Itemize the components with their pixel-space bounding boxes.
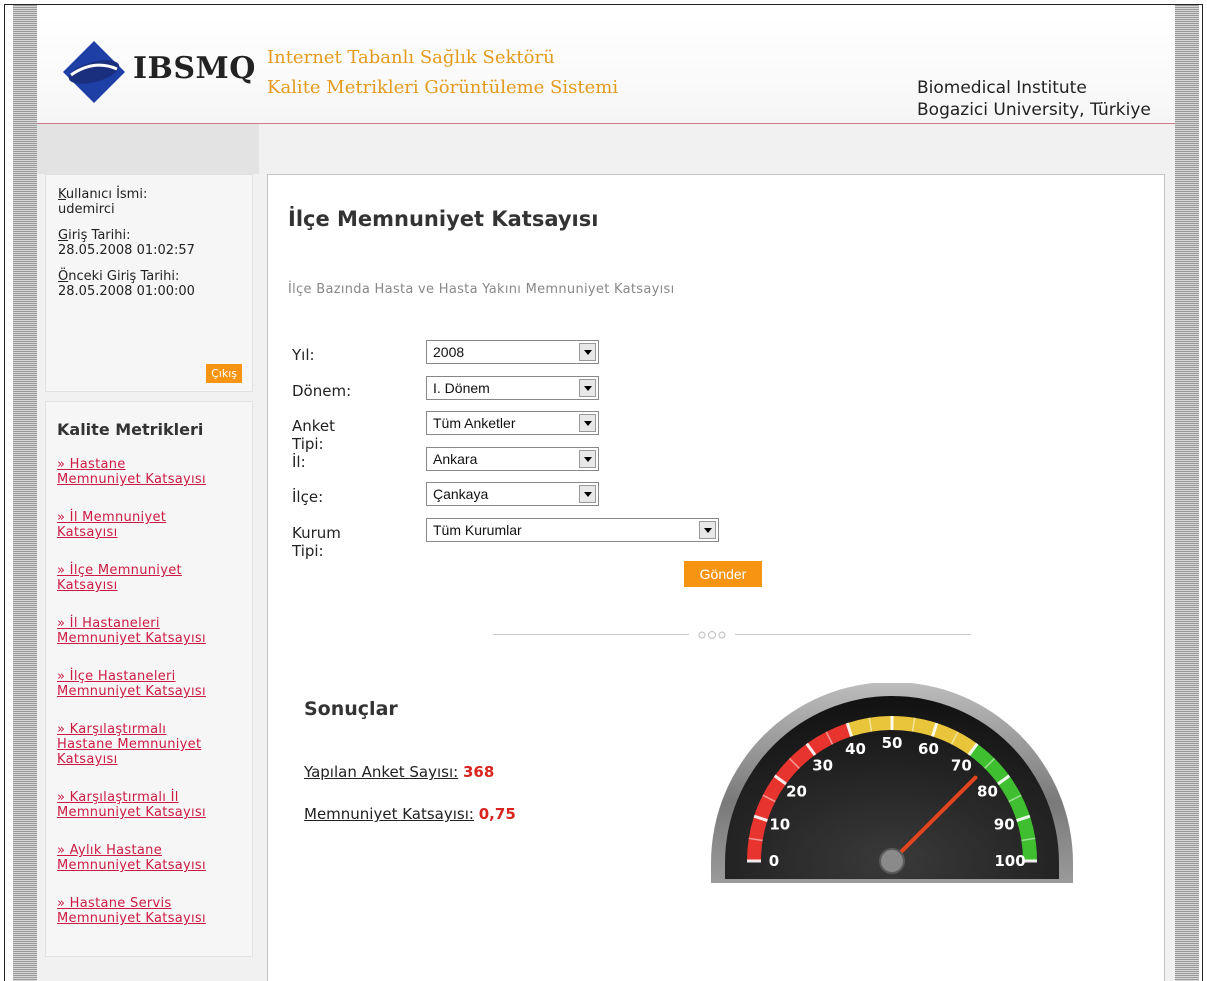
results-title: Sonuçlar — [304, 698, 398, 720]
chevron-down-icon[interactable] — [579, 449, 596, 468]
gauge-label-5: 50 — [882, 734, 903, 752]
menu-link-district-hospitals[interactable]: » İlçe Hastaneleri Memnuniyet Katsayısı — [57, 669, 242, 699]
user-info-box: Kullanıcı İsmi: udemirci Giriş Tarihi: 2… — [45, 174, 253, 392]
menu-link-compare-hospital[interactable]: » Karşılaştırmalı Hastane Memnuniyet Katsa… — [57, 722, 242, 767]
satisfaction-coef-value: 0,75 — [478, 805, 516, 823]
district-select[interactable]: Çankaya — [426, 482, 599, 506]
gauge-label-6: 60 — [918, 740, 939, 758]
chevron-down-icon[interactable] — [579, 414, 596, 432]
chevron-down-icon[interactable] — [579, 485, 596, 503]
site-title-line1: Internet Tabanlı Sağlık Sektörü — [267, 47, 555, 68]
site-title-line2: Kalite Metrikleri Görüntüleme Sistemi — [267, 77, 619, 98]
divider — [493, 629, 971, 641]
gauge-label-8: 80 — [977, 783, 998, 801]
satisfaction-coef-label: Memnuniyet Katsayısı: — [304, 805, 474, 823]
satisfaction-coef: Memnuniyet Katsayısı: 0,75 — [304, 805, 516, 823]
period-select[interactable]: I. Dönem — [426, 375, 599, 400]
gauge-label-1: 10 — [769, 816, 790, 834]
institute-line2: Bogazici University, Türkiye — [917, 100, 1151, 120]
gauge-label-9: 90 — [994, 816, 1015, 834]
survey-type-select[interactable]: Tüm Anketler — [426, 411, 599, 435]
logo-text: IBSMQ — [133, 51, 256, 86]
username-value: udemirci — [58, 202, 115, 217]
site-title: Internet Tabanlı Sağlık Sektörü Kalite M… — [267, 43, 618, 103]
district-label: İlçe: — [292, 488, 324, 506]
ornament-icon — [698, 631, 726, 639]
sidebar-top — [37, 124, 259, 174]
gauge-label-0: 0 — [769, 852, 779, 870]
institute-line1: Biomedical Institute — [917, 78, 1087, 98]
header: IBSMQ Internet Tabanlı Sağlık Sektörü Ka… — [37, 17, 1175, 124]
satisfaction-gauge: 0 10 20 30 40 50 60 70 80 90 100 — [711, 683, 1073, 883]
chevron-down-icon[interactable] — [579, 378, 596, 397]
prev-login-label: Önceki Giriş Tarihi: — [58, 269, 180, 284]
page-title: İlçe Memnuniyet Katsayısı — [288, 207, 599, 231]
menu-link-compare-city[interactable]: » Karşılaştırmalı İl Memnuniyet Katsayısı — [57, 790, 242, 820]
menu-link-district[interactable]: » İlçe Memnuniyet Katsayısı — [57, 563, 242, 593]
survey-count-label: Yapılan Anket Sayısı: — [304, 763, 459, 781]
page-subtitle: İlçe Bazında Hasta ve Hasta Yakını Memnu… — [288, 282, 675, 297]
left-stripe — [13, 5, 37, 981]
gauge-label-7: 70 — [951, 757, 972, 775]
main-content: İlçe Memnuniyet Katsayısı İlçe Bazında H… — [267, 174, 1165, 981]
metrics-menu: Kalite Metrikleri » Hastane Memnuniyet Ka… — [45, 401, 253, 957]
year-label: Yıl: — [292, 346, 315, 364]
gauge-label-4: 40 — [845, 740, 866, 758]
page: IBSMQ Internet Tabanlı Sağlık Sektörü Ka… — [37, 17, 1175, 981]
institute: Biomedical Institute Bogazici University… — [917, 77, 1151, 121]
chevron-down-icon[interactable] — [579, 343, 596, 361]
institution-type-select[interactable]: Tüm Kurumlar — [426, 517, 719, 542]
prev-login-value: 28.05.2008 01:00:00 — [58, 284, 195, 299]
survey-type-label: Anket Tipi: — [292, 417, 336, 453]
period-label: Dönem: — [292, 381, 352, 400]
right-stripe — [1175, 5, 1199, 981]
gauge-label-2: 20 — [786, 783, 807, 801]
gauge-hub — [879, 848, 905, 874]
menu-link-hospital[interactable]: » Hastane Memnuniyet Katsayısı — [57, 457, 242, 487]
survey-count: Yapılan Anket Sayısı: 368 — [304, 763, 494, 781]
login-date-label: Giriş Tarihi: — [58, 228, 131, 243]
menu-link-monthly[interactable]: » Aylık Hastane Memnuniyet Katsayısı — [57, 843, 242, 873]
logout-button[interactable]: Çıkış — [206, 364, 242, 383]
year-select[interactable]: 2008 — [426, 340, 599, 364]
menu-link-service[interactable]: » Hastane Servis Memnuniyet Katsayısı — [57, 896, 242, 926]
institution-type-label: Kurum Tipi: — [292, 523, 341, 560]
city-label: İl: — [292, 452, 306, 471]
survey-count-value: 368 — [463, 763, 495, 781]
gauge-label-3: 30 — [812, 757, 833, 775]
username-label: Kullanıcı İsmi: — [58, 187, 148, 202]
submit-button[interactable]: Gönder — [684, 561, 762, 587]
browser-frame: IBSMQ Internet Tabanlı Sağlık Sektörü Ka… — [4, 4, 1203, 981]
chevron-down-icon[interactable] — [699, 520, 716, 539]
menu-title: Kalite Metrikleri — [57, 420, 204, 439]
logo-diamond-icon — [63, 41, 125, 103]
menu-link-city-hospitals[interactable]: » İl Hastaneleri Memnuniyet Katsayısı — [57, 616, 242, 646]
login-date-value: 28.05.2008 01:02:57 — [58, 243, 195, 258]
menu-link-city[interactable]: » İl Memnuniyet Katsayısı — [57, 510, 242, 540]
gauge-label-10: 100 — [994, 852, 1025, 870]
city-select[interactable]: Ankara — [426, 446, 599, 471]
